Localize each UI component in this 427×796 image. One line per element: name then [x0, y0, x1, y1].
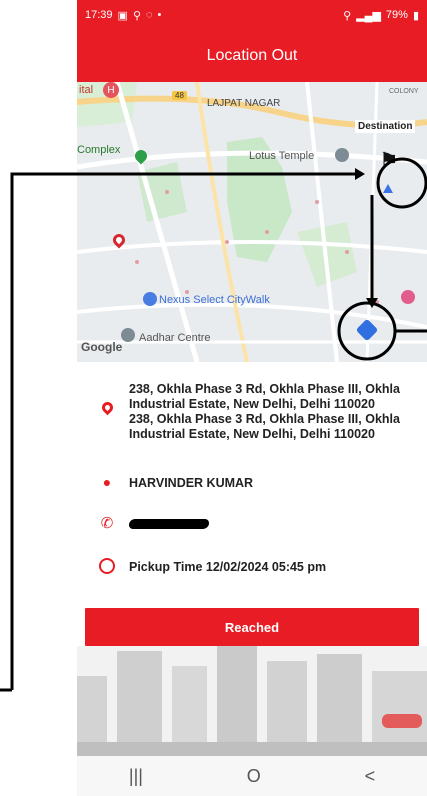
hospital-pin-icon: H [103, 82, 119, 98]
map-label-lotus-temple: Lotus Temple [249, 150, 315, 162]
signal-icon: ▂▄▆ [356, 9, 381, 22]
road-number-badge: 48 [172, 91, 187, 100]
person-icon: ● [102, 474, 112, 490]
map-label-destination: Destination [355, 120, 416, 133]
customer-name: HARVINDER KUMAR [129, 476, 254, 490]
address-line-3: 238, Okhla Phase 3 Rd, Okhla Phase III, … [129, 412, 400, 426]
location-pin-icon [99, 399, 115, 416]
status-bar: 17:39 ▣ ⚲ ◌ • ⚲ ▂▄▆ 79% ▮ [77, 0, 427, 30]
reached-button[interactable]: Reached [85, 608, 419, 646]
map-label-colony: COLONY [389, 88, 419, 95]
temple-pin-icon [335, 148, 349, 162]
address-line-1: 238, Okhla Phase 3 Rd, Okhla Phase III, … [129, 382, 400, 396]
shopping-pin-icon [143, 292, 157, 306]
clock-icon [99, 558, 115, 574]
trip-details: 238, Okhla Phase 3 Rd, Okhla Phase III, … [77, 362, 427, 602]
page-title: Location Out [206, 47, 298, 64]
checkered-flag-icon[interactable]: ⚑ [379, 148, 399, 174]
address-line-2: Industrial Estate, New Delhi, Delhi 1100… [129, 397, 375, 411]
address-line-4: Industrial Estate, New Delhi, Delhi 1100… [129, 427, 375, 441]
city-skyline-image [77, 646, 427, 756]
map-label-lajpat-nagar: LAJPAT NAGAR [207, 98, 281, 109]
dot-icon: • [157, 9, 162, 21]
name-row: ● HARVINDER KUMAR [77, 474, 427, 491]
gallery-icon: ▣ [117, 9, 128, 22]
battery-level: 79% [385, 9, 408, 21]
redacted-phone-number [128, 519, 210, 529]
android-nav-bar: ||| O < [77, 756, 427, 796]
back-button[interactable]: < [365, 766, 376, 787]
aadhar-pin-icon [121, 328, 135, 342]
phone-row[interactable]: ✆ [77, 514, 427, 533]
map-label-ital: ital [79, 84, 94, 96]
map-view[interactable]: ital H 48 LAJPAT NAGAR COLONY Destinatio… [77, 82, 427, 362]
map-label-nexus: Nexus Select CityWalk [159, 294, 270, 306]
recent-apps-button[interactable]: ||| [129, 766, 143, 787]
battery-icon: ▮ [412, 9, 419, 22]
blue-triangle-icon [383, 184, 393, 193]
location-icon: ⚲ [343, 9, 352, 22]
address-row: 238, Okhla Phase 3 Rd, Okhla Phase III, … [77, 382, 427, 442]
notification-icon: ⚲ [132, 9, 141, 22]
whatsapp-icon: ◌ [146, 9, 153, 21]
pickup-row: Pickup Time 12/02/2024 05:45 pm [77, 558, 427, 575]
page-title-bar: Location Out [77, 30, 427, 82]
map-label-complex: Complex [77, 144, 121, 156]
address-text: 238, Okhla Phase 3 Rd, Okhla Phase III, … [129, 382, 400, 442]
map-label-aadhar: Aadhar Centre [139, 332, 211, 344]
clock: 17:39 [85, 9, 113, 21]
phone-screen: 17:39 ▣ ⚲ ◌ • ⚲ ▂▄▆ 79% ▮ Location Out i… [77, 0, 427, 796]
map-label-google: Google [81, 340, 123, 354]
city-illustration [77, 646, 427, 756]
pickup-time: Pickup Time 12/02/2024 05:45 pm [129, 560, 327, 574]
home-button[interactable]: O [247, 766, 261, 787]
hotel-pin-icon [401, 290, 415, 304]
phone-icon: ✆ [100, 515, 114, 532]
